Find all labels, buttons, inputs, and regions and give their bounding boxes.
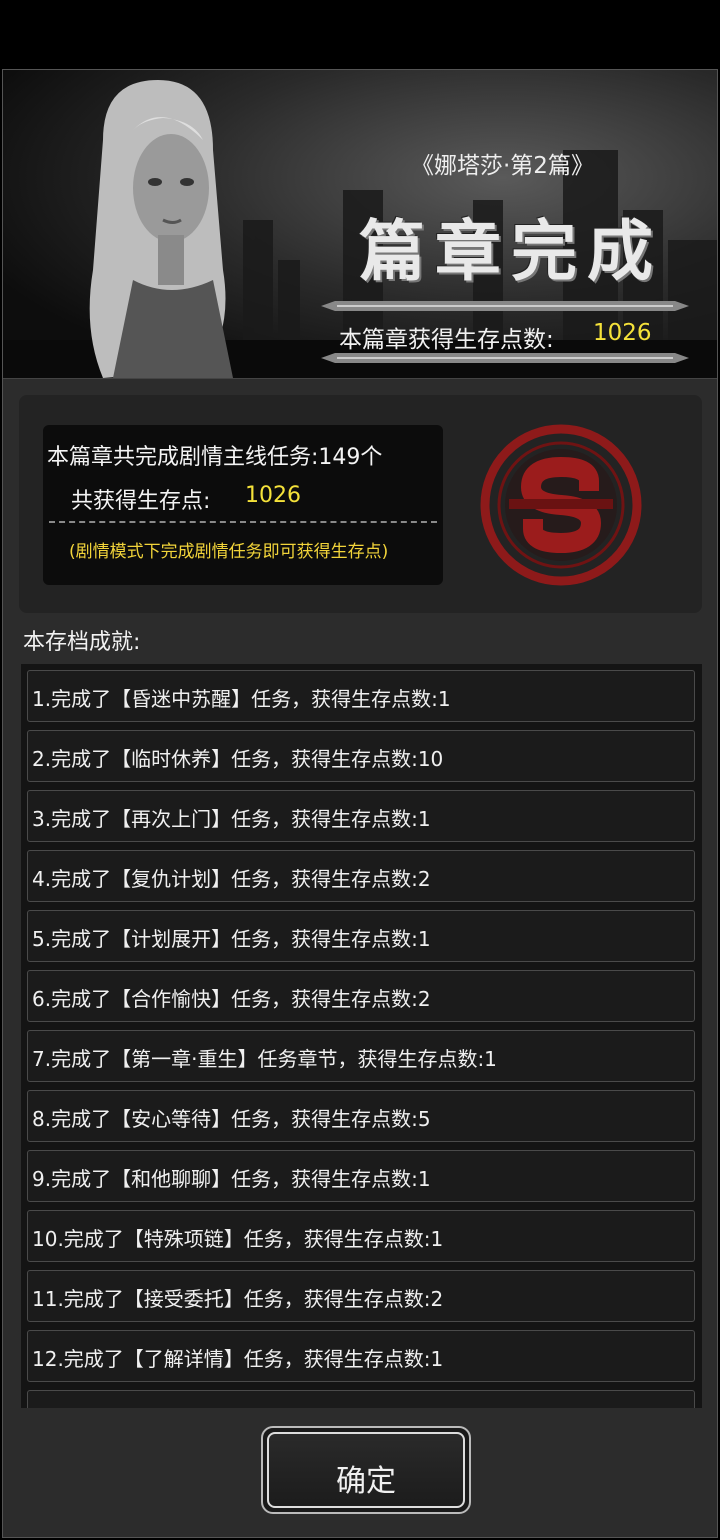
survival-s-emblem-icon <box>480 424 642 586</box>
story-mode-hint: (剧情模式下完成剧情任务即可获得生存点) <box>69 542 389 562</box>
achievement-text: 1.完成了【昏迷中苏醒】任务，获得生存点数:1 <box>32 687 451 711</box>
achievements-title: 本存档成就: <box>23 630 141 655</box>
achievement-text: 4.完成了【复仇计划】任务，获得生存点数:2 <box>32 867 431 891</box>
achievement-text: 10.完成了【特殊项链】任务，获得生存点数:1 <box>32 1227 444 1251</box>
list-item: 1.完成了【昏迷中苏醒】任务，获得生存点数:1 <box>27 670 695 722</box>
achievement-text: 6.完成了【合作愉快】任务，获得生存点数:2 <box>32 987 431 1011</box>
total-points-label: 共获得生存点: <box>71 489 211 514</box>
chapter-summary: 本篇章共完成剧情主线任务:149个 共获得生存点: 1026 (剧情模式下完成剧… <box>19 395 702 613</box>
achievement-text: 2.完成了【临时休养】任务，获得生存点数:10 <box>32 747 444 771</box>
list-item: 10.完成了【特殊项链】任务，获得生存点数:1 <box>27 1210 695 1262</box>
heroine-portrait <box>89 80 233 378</box>
confirm-button-frame: 确定 <box>267 1432 465 1508</box>
achievement-text: 8.完成了【安心等待】任务，获得生存点数:5 <box>32 1107 431 1131</box>
achievements-list[interactable]: 1.完成了【昏迷中苏醒】任务，获得生存点数:1 2.完成了【临时休养】任务，获得… <box>21 664 702 1408</box>
chapter-points-value: 1026 <box>593 320 652 346</box>
divider-top <box>321 301 689 311</box>
achievement-text: 9.完成了【和他聊聊】任务，获得生存点数:1 <box>32 1167 431 1191</box>
list-item: 4.完成了【复仇计划】任务，获得生存点数:2 <box>27 850 695 902</box>
list-item: 2.完成了【临时休养】任务，获得生存点数:10 <box>27 730 695 782</box>
list-item: 12.完成了【了解详情】任务，获得生存点数:1 <box>27 1330 695 1382</box>
main-tasks-count: 本篇章共完成剧情主线任务:149个 <box>47 445 383 470</box>
list-item: 5.完成了【计划展开】任务，获得生存点数:1 <box>27 910 695 962</box>
list-item: 3.完成了【再次上门】任务，获得生存点数:1 <box>27 790 695 842</box>
chapter-subtitle: 《娜塔莎·第2篇》 <box>411 153 594 179</box>
chapter-complete-title: 篇章完成 <box>359 212 663 290</box>
summary-info-box: 本篇章共完成剧情主线任务:149个 共获得生存点: 1026 (剧情模式下完成剧… <box>43 425 443 585</box>
achievement-text: 11.完成了【接受委托】任务，获得生存点数:2 <box>32 1287 444 1311</box>
chapter-complete-panel: 《娜塔莎·第2篇》 篇章完成 本篇章获得生存点数: 1026 本篇章共完成剧情主… <box>2 69 718 1538</box>
total-points-value: 1026 <box>245 483 301 508</box>
achievement-text: 3.完成了【再次上门】任务，获得生存点数:1 <box>32 807 431 831</box>
achievement-text: 12.完成了【了解详情】任务，获得生存点数:1 <box>32 1347 444 1371</box>
chapter-points-label: 本篇章获得生存点数: <box>339 327 554 353</box>
dashed-divider <box>49 521 437 523</box>
list-item: 9.完成了【和他聊聊】任务，获得生存点数:1 <box>27 1150 695 1202</box>
list-item: 11.完成了【接受委托】任务，获得生存点数:2 <box>27 1270 695 1322</box>
achievement-text: 5.完成了【计划展开】任务，获得生存点数:1 <box>32 927 431 951</box>
divider-bottom <box>321 353 689 363</box>
confirm-button[interactable]: 确定 <box>261 1426 471 1514</box>
list-item: 8.完成了【安心等待】任务，获得生存点数:5 <box>27 1090 695 1142</box>
chapter-banner: 《娜塔莎·第2篇》 篇章完成 本篇章获得生存点数: 1026 <box>3 70 717 379</box>
list-item: 6.完成了【合作愉快】任务，获得生存点数:2 <box>27 970 695 1022</box>
achievement-text: 7.完成了【第一章·重生】任务章节，获得生存点数:1 <box>32 1047 497 1071</box>
list-item: 7.完成了【第一章·重生】任务章节，获得生存点数:1 <box>27 1030 695 1082</box>
list-item-partial <box>27 1390 695 1408</box>
confirm-button-label: 确定 <box>336 1464 396 1499</box>
